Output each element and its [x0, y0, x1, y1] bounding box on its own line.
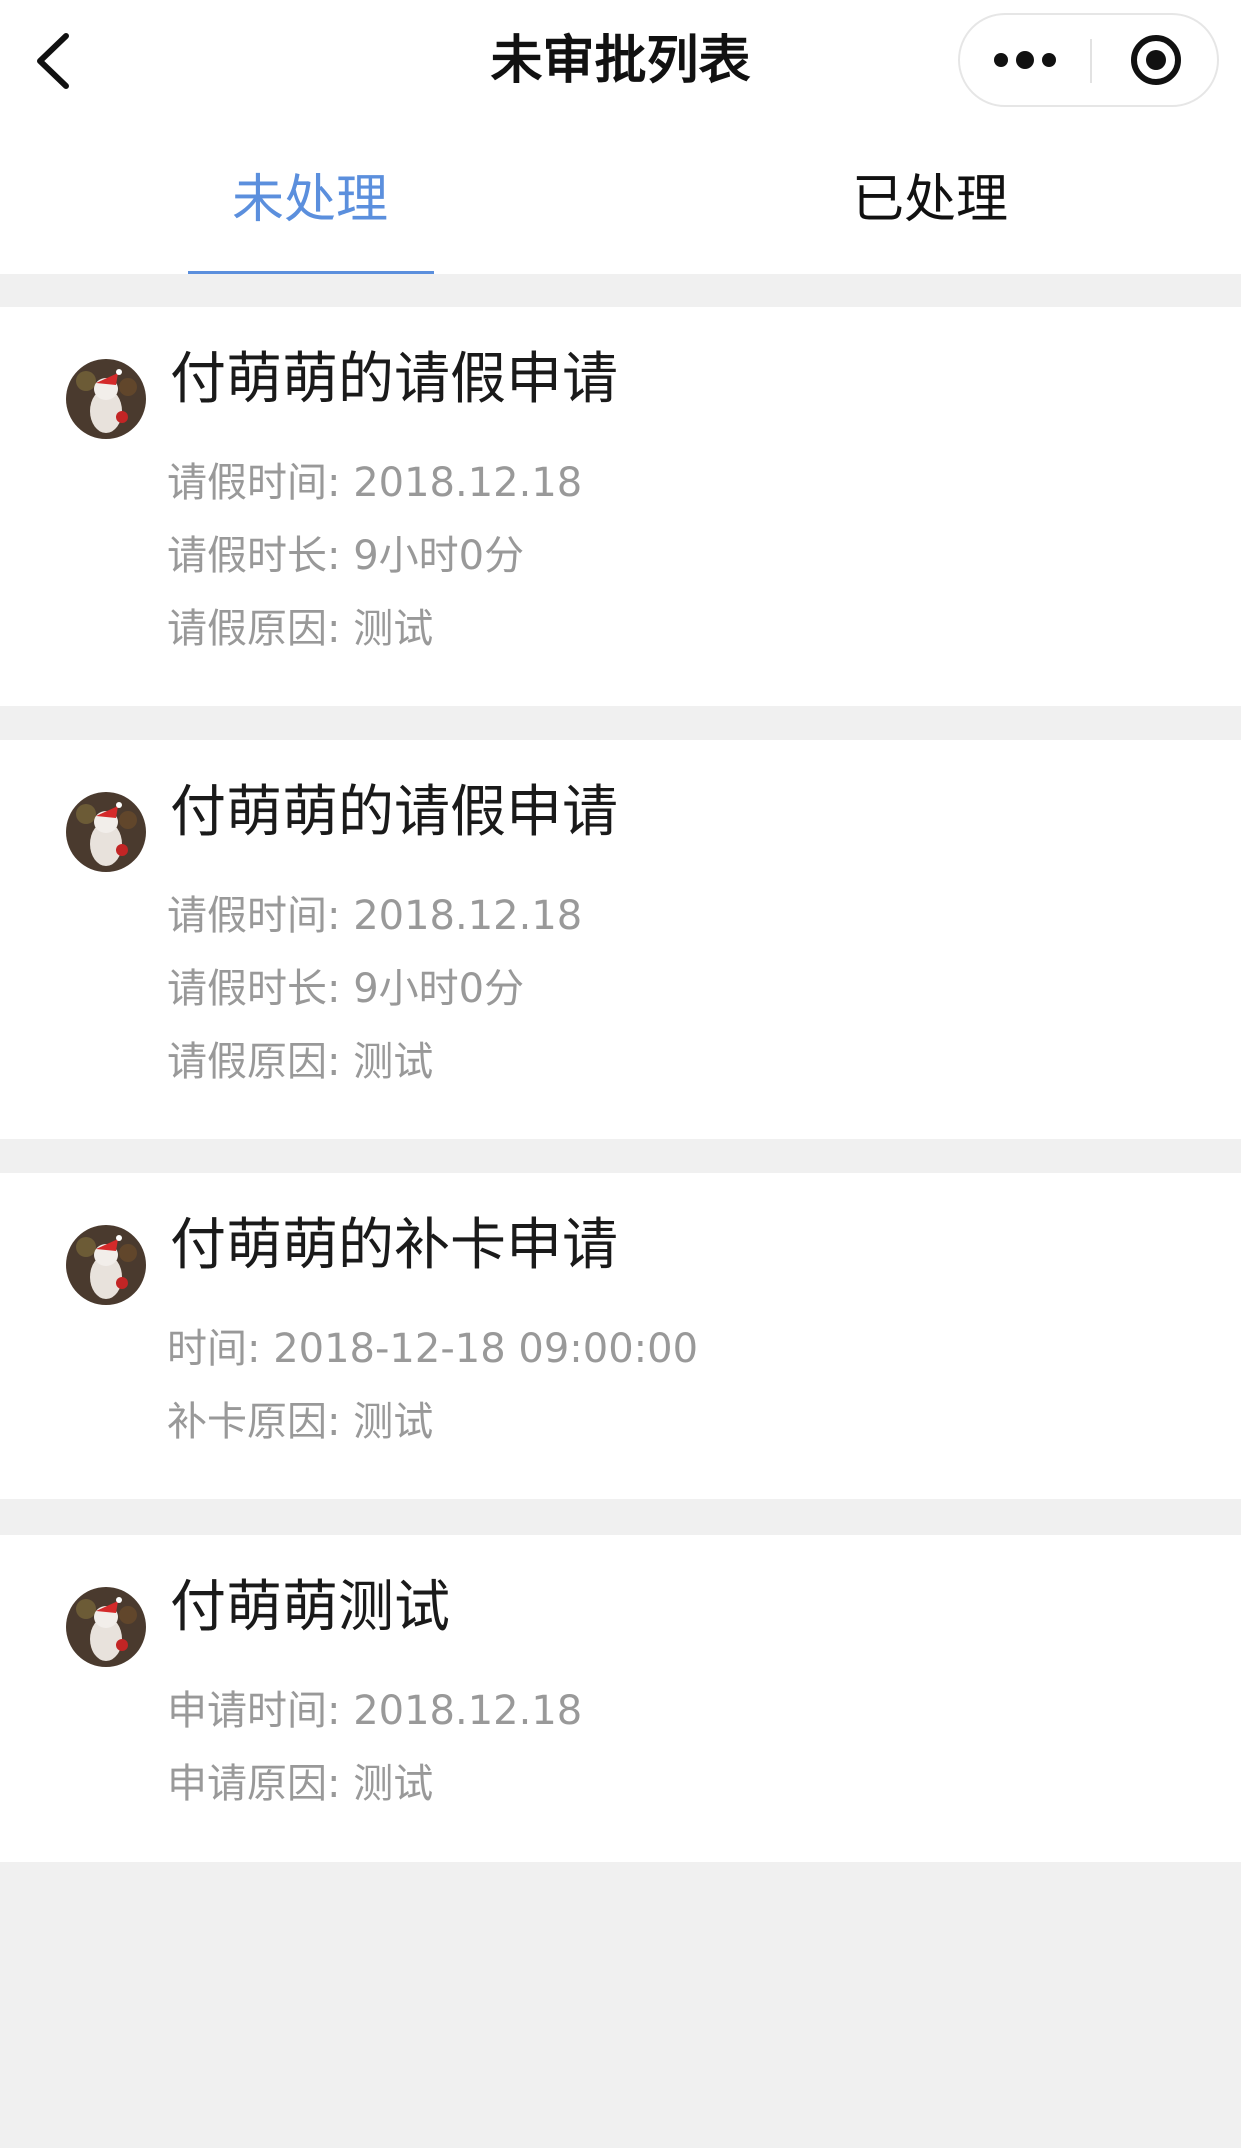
detail-line: 补卡原因: 测试 — [167, 1396, 433, 1448]
navigation-bar: 未审批列表 — [0, 0, 1241, 124]
list-item[interactable]: 付萌萌的请假申请 请假时间: 2018.12.18 请假时长: 9小时0分 请假… — [0, 307, 1241, 706]
close-button[interactable] — [1092, 15, 1219, 105]
tab-unprocessed[interactable]: 未处理 — [0, 124, 620, 274]
avatar-image — [66, 359, 146, 439]
active-tab-indicator — [188, 271, 434, 274]
detail-value: 测试 — [353, 606, 434, 652]
detail-label: 时间: — [167, 1326, 261, 1372]
card-title: 付萌萌的请假申请 — [170, 780, 618, 845]
mini-program-capsule — [958, 13, 1219, 107]
detail-value: 2018.12.18 — [353, 460, 583, 506]
avatar — [66, 792, 146, 872]
avatar — [66, 1225, 146, 1305]
detail-line: 申请原因: 测试 — [167, 1758, 433, 1810]
avatar-image — [66, 792, 146, 872]
detail-value: 2018-12-18 09:00:00 — [273, 1326, 699, 1372]
more-dots-icon — [994, 51, 1056, 69]
detail-value: 9小时0分 — [353, 966, 525, 1012]
card-title: 付萌萌的请假申请 — [170, 347, 618, 412]
card-title: 付萌萌测试 — [170, 1575, 450, 1640]
detail-line: 请假时长: 9小时0分 — [167, 963, 524, 1015]
more-button[interactable] — [960, 15, 1090, 105]
detail-value: 测试 — [353, 1039, 434, 1085]
avatar-image — [66, 1225, 146, 1305]
detail-line: 请假时间: 2018.12.18 — [167, 890, 582, 942]
detail-line: 申请时间: 2018.12.18 — [167, 1685, 582, 1737]
detail-value: 9小时0分 — [353, 533, 525, 579]
detail-value: 测试 — [353, 1399, 434, 1445]
card-title: 付萌萌的补卡申请 — [170, 1213, 618, 1278]
detail-label: 申请原因: — [167, 1761, 341, 1807]
detail-line: 请假原因: 测试 — [167, 1036, 433, 1088]
target-circle-icon — [1130, 35, 1181, 85]
detail-label: 请假时间: — [167, 893, 341, 939]
detail-label: 申请时间: — [167, 1688, 341, 1734]
list-item[interactable]: 付萌萌的补卡申请 时间: 2018-12-18 09:00:00 补卡原因: 测… — [0, 1173, 1241, 1499]
detail-label: 请假时长: — [167, 966, 341, 1012]
detail-value: 2018.12.18 — [353, 893, 583, 939]
avatar — [66, 1587, 146, 1667]
detail-line: 请假时间: 2018.12.18 — [167, 457, 582, 509]
detail-value: 测试 — [353, 1761, 434, 1807]
tab-processed[interactable]: 已处理 — [620, 124, 1240, 274]
detail-label: 请假原因: — [167, 606, 341, 652]
list-item[interactable]: 付萌萌的请假申请 请假时间: 2018.12.18 请假时长: 9小时0分 请假… — [0, 740, 1241, 1139]
detail-label: 请假时长: — [167, 533, 341, 579]
avatar — [66, 359, 146, 439]
detail-value: 2018.12.18 — [353, 1688, 583, 1734]
detail-line: 时间: 2018-12-18 09:00:00 — [167, 1323, 698, 1375]
detail-label: 请假原因: — [167, 1039, 341, 1085]
detail-line: 请假原因: 测试 — [167, 603, 433, 655]
detail-label: 补卡原因: — [167, 1399, 341, 1445]
detail-label: 请假时间: — [167, 460, 341, 506]
avatar-image — [66, 1587, 146, 1667]
list-item[interactable]: 付萌萌测试 申请时间: 2018.12.18 申请原因: 测试 — [0, 1535, 1241, 1862]
tab-bar: 未处理 已处理 — [0, 124, 1241, 274]
detail-line: 请假时长: 9小时0分 — [167, 530, 524, 582]
